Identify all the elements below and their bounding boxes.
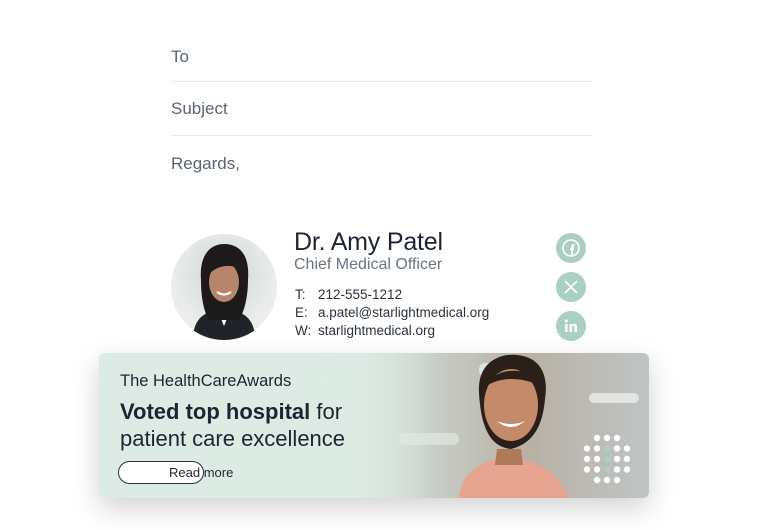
awards-banner[interactable]: The HealthCareAwards Voted top hospital … (99, 353, 649, 498)
grid-dot (613, 434, 621, 442)
to-divider (171, 81, 591, 82)
to-field[interactable]: To (171, 47, 591, 67)
grid-dot (613, 445, 621, 452)
linkedin-icon (564, 319, 577, 332)
grid-dot (623, 466, 631, 473)
linkedin-button[interactable] (556, 311, 586, 341)
grid-dot (583, 445, 591, 452)
grid-dot (593, 434, 601, 442)
subject-field[interactable]: Subject (171, 99, 591, 119)
grid-dot (603, 455, 611, 463)
grid-dot (603, 466, 611, 473)
x-button[interactable] (556, 272, 586, 302)
grid-dot (623, 455, 631, 463)
grid-dot (583, 466, 591, 473)
email-value[interactable]: a.patel@starlightmedical.org (318, 305, 489, 320)
dot-grid-icon (583, 434, 631, 484)
grid-dot (583, 455, 591, 463)
signature-name: Dr. Amy Patel (294, 228, 443, 256)
email-key: E: (295, 305, 308, 320)
grid-dot (593, 445, 601, 452)
grid-dot (613, 476, 621, 484)
facebook-button[interactable] (556, 233, 586, 263)
grid-dot (603, 434, 611, 442)
subject-divider (171, 135, 591, 136)
phone-key: T: (295, 287, 306, 302)
headline-rest: for (310, 399, 343, 424)
grid-dot (593, 455, 601, 463)
headline-line2: patient care excellence (120, 426, 346, 451)
banner-headline: Voted top hospital for patient care exce… (120, 398, 345, 452)
facebook-icon (562, 239, 580, 257)
read-more-label[interactable]: Read more (169, 465, 233, 480)
message-body[interactable]: Regards, (171, 154, 240, 174)
grid-dot (593, 466, 601, 473)
phone-value[interactable]: 212-555-1212 (318, 287, 402, 302)
x-icon (564, 280, 578, 294)
email-line: E: a.patel@starlightmedical.org (295, 305, 489, 320)
grid-dot (623, 445, 631, 452)
website-value[interactable]: starlightmedical.org (318, 323, 435, 338)
grid-dot (603, 476, 611, 484)
avatar-portrait (193, 244, 255, 340)
avatar (171, 234, 277, 340)
website-key: W: (295, 323, 312, 338)
grid-dot (613, 455, 621, 463)
grid-dot (593, 476, 601, 484)
grid-dot (613, 466, 621, 473)
website-line: W: starlightmedical.org (295, 323, 435, 338)
signature-title: Chief Medical Officer (294, 256, 443, 273)
headline-bold: Voted top hospital (120, 399, 311, 424)
phone-line: T: 212-555-1212 (295, 287, 402, 302)
banner-brand: The HealthCareAwards (120, 372, 292, 390)
grid-dot (603, 445, 611, 452)
